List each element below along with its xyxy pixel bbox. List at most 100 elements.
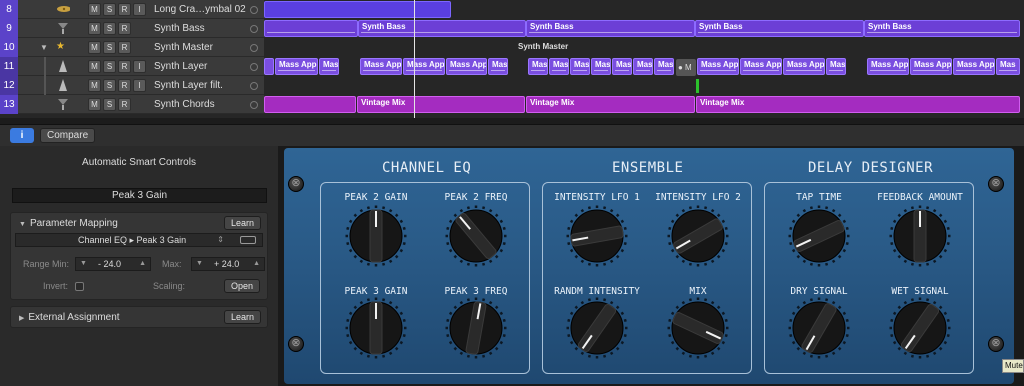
compare-button[interactable]: Compare (40, 128, 96, 143)
learn-button[interactable]: Learn (224, 216, 262, 230)
input-monitor-button[interactable]: I (133, 3, 146, 16)
record-button[interactable]: R (118, 60, 131, 73)
track-header[interactable]: 8 M S R I Long Cra…ymbal 02 (0, 0, 264, 19)
region[interactable] (264, 20, 358, 37)
rotary-knob[interactable] (667, 297, 729, 359)
region[interactable] (264, 58, 274, 75)
external-assignment-header[interactable]: ▶ External Assignment (19, 312, 120, 323)
track-name[interactable]: Synth Layer (154, 57, 207, 76)
rotary-knob[interactable] (566, 205, 628, 267)
region[interactable]: Mas (612, 58, 632, 75)
track-name[interactable]: Long Cra…ymbal 02 (154, 0, 246, 19)
input-monitor-button[interactable]: I (133, 60, 146, 73)
track-header[interactable]: 11 M S R I Synth Layer (0, 57, 264, 76)
track-row[interactable]: 12 M S R I Synth Layer filt. (0, 76, 1024, 95)
power-icon[interactable] (250, 101, 258, 109)
rotary-knob[interactable] (566, 297, 628, 359)
power-icon[interactable] (250, 6, 258, 14)
track-name[interactable]: Synth Bass (154, 19, 205, 38)
track-lane[interactable] (264, 0, 1024, 19)
mute-button[interactable]: M (88, 79, 101, 92)
solo-button[interactable]: S (103, 60, 116, 73)
power-icon[interactable] (250, 63, 258, 71)
track-row[interactable]: 11 M S R I Synth Layer Mass App Mas Mass (0, 57, 1024, 76)
region[interactable]: Mas (591, 58, 611, 75)
region-marker[interactable] (696, 79, 699, 93)
record-button[interactable]: R (118, 22, 131, 35)
region[interactable]: Mass App (953, 58, 995, 75)
record-button[interactable]: R (118, 79, 131, 92)
parameter-name-field[interactable]: Peak 3 Gain (12, 188, 267, 203)
region[interactable]: Mas (319, 58, 339, 75)
track-row[interactable]: 13 M S R Synth Chords Vintage Mix Vintag… (0, 95, 1024, 114)
region[interactable]: Synth Bass (864, 20, 1020, 37)
track-name[interactable]: Synth Layer filt. (154, 76, 223, 95)
open-button[interactable]: Open (224, 279, 261, 293)
range-min-field[interactable]: ▼ - 24.0 ▲ (75, 257, 151, 271)
solo-button[interactable]: S (103, 41, 116, 54)
mute-button[interactable]: M (88, 22, 101, 35)
rotary-knob[interactable] (788, 205, 850, 267)
region[interactable]: Mass App (867, 58, 909, 75)
power-icon[interactable] (250, 25, 258, 33)
track-header[interactable]: 12 M S R I Synth Layer filt. (0, 76, 264, 95)
parameter-mapping-header[interactable]: ▼ Parameter Mapping (19, 218, 118, 229)
rotary-knob[interactable] (788, 297, 850, 359)
region[interactable] (264, 96, 356, 113)
rotary-knob[interactable] (445, 297, 507, 359)
region[interactable]: Mass App (275, 58, 318, 75)
track-lane[interactable]: Vintage Mix Vintage Mix Vintage Mix (264, 95, 1024, 114)
rotary-knob[interactable] (889, 205, 951, 267)
track-name[interactable]: Synth Chords (154, 95, 215, 114)
region[interactable]: Mas (528, 58, 548, 75)
input-monitor-button[interactable]: I (133, 79, 146, 92)
external-learn-button[interactable]: Learn (224, 310, 262, 324)
power-icon[interactable] (250, 44, 258, 52)
mapping-target-select[interactable]: Channel EQ ▸ Peak 3 Gain ⇕ (15, 233, 263, 247)
region[interactable]: Mas (996, 58, 1020, 75)
max-field[interactable]: ▼ + 24.0 ▲ (191, 257, 265, 271)
region[interactable]: Mas (633, 58, 653, 75)
rotary-knob[interactable] (345, 297, 407, 359)
region[interactable]: Vintage Mix (696, 96, 1020, 113)
region[interactable]: Synth Bass (358, 20, 526, 37)
region[interactable]: Synth Bass (526, 20, 695, 37)
solo-button[interactable]: S (103, 79, 116, 92)
region[interactable]: Mass App (910, 58, 952, 75)
rotary-knob[interactable] (445, 205, 507, 267)
region[interactable]: Mas (826, 58, 846, 75)
track-lane[interactable]: Synth Master (264, 38, 1024, 57)
track-row[interactable]: 9 M S R Synth Bass Synth Bass Synth Bass… (0, 19, 1024, 38)
record-button[interactable]: R (118, 98, 131, 111)
track-header[interactable]: 9 M S R Synth Bass (0, 19, 264, 38)
mute-button[interactable]: M (88, 98, 101, 111)
track-row[interactable]: 8 M S R I Long Cra…ymbal 02 (0, 0, 1024, 19)
track-lane[interactable] (264, 76, 1024, 95)
track-header[interactable]: 10 ▼ ★ M S R Synth Master (0, 38, 264, 57)
region[interactable]: Mass App (403, 58, 445, 75)
solo-button[interactable]: S (103, 22, 116, 35)
track-lane[interactable]: Mass App Mas Mass App Mass App Mass App … (264, 57, 1024, 76)
track-name[interactable]: Synth Master (154, 38, 213, 57)
region[interactable]: Synth Bass (695, 20, 864, 37)
region[interactable]: Mass App (446, 58, 487, 75)
record-button[interactable]: R (118, 41, 131, 54)
record-button[interactable]: R (118, 3, 131, 16)
region[interactable]: Vintage Mix (526, 96, 695, 113)
region[interactable]: Vintage Mix (357, 96, 525, 113)
region[interactable]: Mass App (360, 58, 402, 75)
mute-button[interactable]: M (88, 60, 101, 73)
region[interactable]: Mass App (697, 58, 739, 75)
rotary-knob[interactable] (889, 297, 951, 359)
muted-region[interactable]: ● M (676, 59, 696, 76)
region[interactable]: Mas (654, 58, 674, 75)
rotary-knob[interactable] (345, 205, 407, 267)
rotary-knob[interactable] (667, 205, 729, 267)
region[interactable] (264, 1, 451, 18)
region[interactable]: Mass App (740, 58, 782, 75)
disclosure-triangle-icon[interactable]: ▼ (40, 43, 48, 52)
info-button[interactable]: i (10, 128, 34, 143)
playhead[interactable] (414, 0, 415, 118)
region[interactable]: Mas (549, 58, 569, 75)
mute-button[interactable]: M (88, 41, 101, 54)
